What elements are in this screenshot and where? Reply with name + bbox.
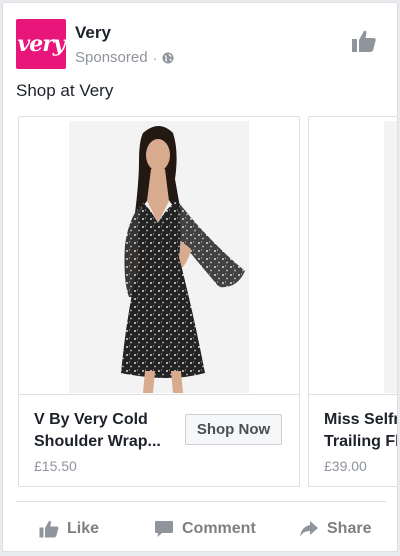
share-arrow-icon <box>300 521 318 537</box>
image-backdrop <box>384 121 397 393</box>
share-label: Share <box>327 520 372 537</box>
comment-label: Comment <box>182 520 256 537</box>
carousel[interactable]: V By Very Cold Shoulder Wrap... £15.50 S… <box>18 116 398 488</box>
action-bar: Like Comment Share <box>3 511 397 547</box>
product-price: £15.50 <box>34 458 77 474</box>
carousel-card[interactable]: V By Very Cold Shoulder Wrap... £15.50 S… <box>18 116 300 487</box>
shop-now-button[interactable]: Shop Now <box>185 414 282 445</box>
product-title-line2: Trailing Flo <box>324 433 397 450</box>
post-text: Shop at Very <box>16 81 114 100</box>
product-price: £39.00 <box>324 458 367 474</box>
speech-bubble-icon <box>155 521 173 537</box>
image-backdrop <box>69 121 249 393</box>
like-button[interactable]: Like <box>39 511 99 547</box>
logo-text: very <box>17 31 65 57</box>
product-title-line1: Miss Selfri <box>324 411 398 428</box>
product-title[interactable]: Miss Selfri Trailing Flo <box>324 409 398 453</box>
product-title-line1: V By Very Cold <box>34 411 148 428</box>
thumbs-up-icon[interactable] <box>351 29 377 53</box>
comment-button[interactable]: Comment <box>154 511 256 547</box>
separator-dot: · <box>152 49 158 66</box>
product-image[interactable] <box>19 117 299 395</box>
divider <box>16 501 386 502</box>
sponsored-post: very Very Sponsored · Shop at Very V By … <box>2 2 398 552</box>
product-title[interactable]: V By Very Cold Shoulder Wrap... <box>34 409 184 453</box>
share-button[interactable]: Share <box>299 511 371 547</box>
model-dress-illustration <box>121 126 245 393</box>
product-image[interactable] <box>309 117 397 395</box>
page-name[interactable]: Very <box>75 23 111 43</box>
carousel-card[interactable]: Miss Selfri Trailing Flo £39.00 <box>308 116 398 487</box>
like-label: Like <box>67 520 100 537</box>
sponsored-label[interactable]: Sponsored <box>75 49 148 66</box>
sponsored-row: Sponsored · <box>75 49 174 66</box>
product-title-line2: Shoulder Wrap... <box>34 433 161 450</box>
page-avatar[interactable]: very <box>16 19 66 69</box>
globe-icon <box>162 52 174 63</box>
thumbs-up-icon <box>39 520 59 538</box>
